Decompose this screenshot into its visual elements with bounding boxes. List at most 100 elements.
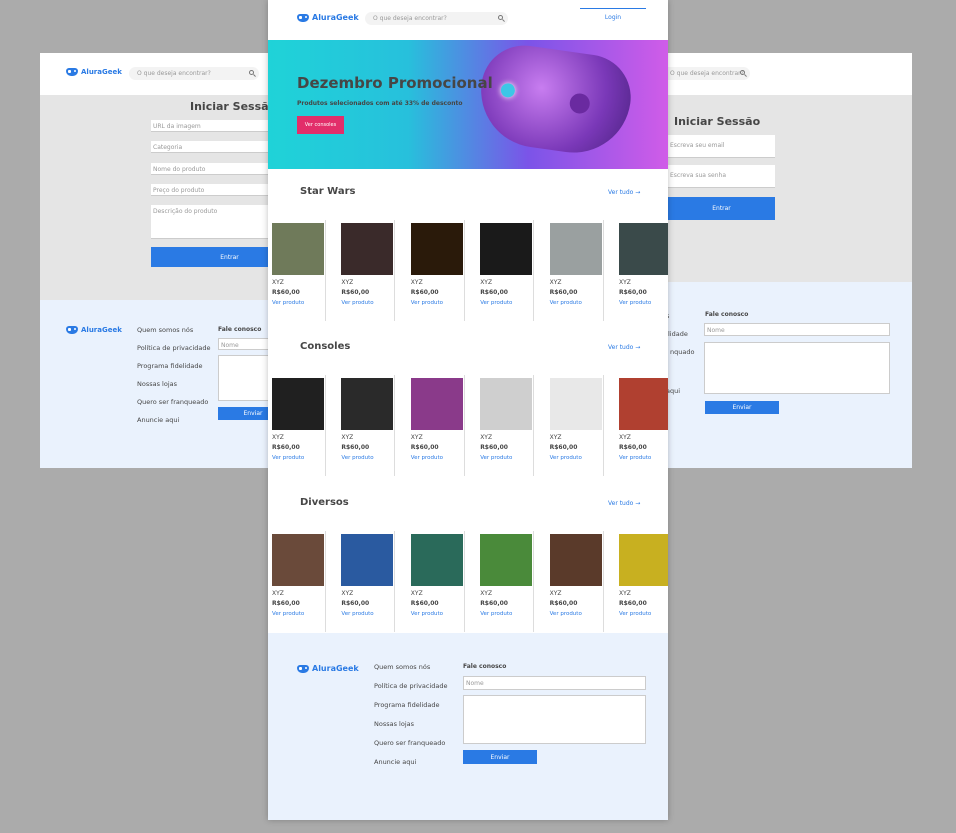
product-name: XYZ: [619, 590, 631, 597]
footer-link[interactable]: Quem somos nós: [137, 326, 193, 334]
card-divider: [463, 531, 465, 632]
view-product-link[interactable]: Ver produto: [480, 455, 512, 461]
product-name: XYZ: [480, 279, 493, 286]
product-card[interactable]: XYZ R$60,00 Ver produto: [338, 220, 396, 321]
view-product-link[interactable]: Ver produto: [550, 455, 582, 461]
product-name: XYZ: [480, 434, 493, 441]
view-product-link[interactable]: Ver produto: [550, 611, 582, 617]
footer-link[interactable]: lidade: [668, 330, 688, 338]
contact-title: Fale conosco: [218, 326, 262, 333]
view-product-link[interactable]: Ver produto: [411, 611, 443, 617]
email-input[interactable]: Escreva seu email: [668, 135, 775, 158]
view-product-link[interactable]: Ver produto: [341, 455, 373, 461]
view-product-link[interactable]: Ver produto: [272, 611, 304, 617]
card-divider: [533, 220, 535, 321]
card-divider: [394, 531, 396, 632]
search-input[interactable]: O que deseja encontrar?: [129, 67, 259, 80]
contact-title: Fale conosco: [705, 311, 749, 318]
product-name: XYZ: [549, 590, 562, 597]
product-price: R$60,00: [272, 444, 300, 451]
card-divider: [463, 375, 465, 476]
gamepad-icon: [297, 13, 309, 22]
footer-link[interactable]: nquado: [670, 348, 694, 356]
product-image: [480, 223, 533, 275]
product-card[interactable]: XYZ R$60,00 Ver produto: [616, 531, 668, 632]
footer-link[interactable]: Política de privacidade: [374, 682, 448, 690]
login-button[interactable]: Login: [580, 8, 646, 24]
contact-message-input[interactable]: [704, 342, 890, 394]
see-all-link[interactable]: Ver tudo →: [608, 189, 640, 196]
contact-name-input[interactable]: Nome: [704, 323, 890, 336]
product-card[interactable]: XYZ R$60,00 Ver produto: [547, 220, 604, 321]
product-name: XYZ: [341, 434, 354, 441]
product-card[interactable]: XYZ R$60,00 Ver produto: [408, 375, 465, 476]
product-price: R$60,00: [480, 289, 508, 296]
card-divider: [602, 220, 604, 321]
product-card[interactable]: XYZ R$60,00 Ver produto: [408, 220, 465, 321]
contact-name-input[interactable]: Nome: [463, 676, 646, 690]
product-card[interactable]: XYZ R$60,00 Ver produto: [269, 531, 326, 632]
login-button[interactable]: Entrar: [668, 197, 775, 220]
see-all-link[interactable]: Ver tudo →: [608, 500, 640, 507]
view-product-link[interactable]: Ver produto: [550, 300, 582, 306]
view-product-link[interactable]: Ver produto: [411, 300, 443, 306]
product-card[interactable]: XYZ R$60,00 Ver produto: [408, 531, 465, 632]
product-card[interactable]: XYZ R$60,00 Ver produto: [338, 375, 396, 476]
footer-link[interactable]: Quero ser franqueado: [137, 398, 208, 406]
product-card[interactable]: XYZ R$60,00 Ver produto: [616, 375, 668, 476]
footer-link[interactable]: Anuncie aqui: [374, 758, 416, 766]
controller-image: [473, 40, 637, 160]
product-price: R$60,00: [341, 444, 370, 451]
view-product-link[interactable]: Ver produto: [341, 300, 373, 306]
footer-link[interactable]: Nossas lojas: [374, 720, 414, 728]
section-title: Star Wars: [300, 186, 356, 197]
product-card[interactable]: XYZ R$60,00 Ver produto: [477, 375, 535, 476]
see-all-link[interactable]: Ver tudo →: [608, 344, 640, 351]
product-card[interactable]: XYZ R$60,00 Ver produto: [477, 531, 535, 632]
footer-link[interactable]: Programa fidelidade: [137, 362, 203, 370]
contact-message-input[interactable]: [463, 695, 646, 744]
product-card[interactable]: XYZ R$60,00 Ver produto: [616, 220, 668, 321]
view-product-link[interactable]: Ver produto: [480, 300, 512, 306]
view-product-link[interactable]: Ver produto: [619, 455, 651, 461]
product-price: R$60,00: [272, 600, 300, 607]
footer-link[interactable]: aqui: [666, 387, 680, 395]
product-name: XYZ: [480, 590, 493, 597]
view-product-link[interactable]: Ver produto: [272, 455, 304, 461]
product-card[interactable]: XYZ R$60,00 Ver produto: [547, 375, 604, 476]
footer-link[interactable]: Anuncie aqui: [137, 416, 179, 424]
password-input[interactable]: Escreva sua senha: [668, 165, 775, 188]
send-button[interactable]: Enviar: [463, 750, 537, 764]
footer-link[interactable]: Quero ser franqueado: [374, 739, 445, 747]
footer-link[interactable]: Quem somos nós: [374, 663, 430, 671]
product-name: XYZ: [272, 590, 284, 597]
product-price: R$60,00: [341, 289, 370, 296]
product-image: [272, 223, 324, 275]
logo[interactable]: AluraGeek: [66, 68, 122, 76]
view-product-link[interactable]: Ver produto: [480, 611, 512, 617]
see-consoles-button[interactable]: Ver consoles: [297, 116, 344, 134]
product-name: XYZ: [549, 279, 562, 286]
product-card[interactable]: XYZ R$60,00 Ver produto: [547, 531, 604, 632]
view-product-link[interactable]: Ver produto: [619, 300, 651, 306]
search-input[interactable]: O que deseja encontrar?: [365, 12, 508, 25]
product-price: R$60,00: [480, 600, 508, 607]
footer-right: s lidade nquado aqui Fale conosco Nome E…: [628, 282, 912, 468]
home-window: AluraGeek O que deseja encontrar? Login …: [268, 0, 668, 820]
product-name: XYZ: [549, 434, 562, 441]
logo[interactable]: AluraGeek: [297, 13, 359, 22]
product-price: R$60,00: [480, 444, 508, 451]
view-product-link[interactable]: Ver produto: [619, 611, 651, 617]
product-card[interactable]: XYZ R$60,00 Ver produto: [477, 220, 535, 321]
product-name: XYZ: [410, 590, 423, 597]
product-card[interactable]: XYZ R$60,00 Ver produto: [269, 375, 326, 476]
product-card[interactable]: XYZ R$60,00 Ver produto: [338, 531, 396, 632]
view-product-link[interactable]: Ver produto: [341, 611, 373, 617]
footer-link[interactable]: Política de privacidade: [137, 344, 211, 352]
send-button[interactable]: Enviar: [705, 401, 779, 414]
view-product-link[interactable]: Ver produto: [272, 300, 304, 306]
footer-link[interactable]: Programa fidelidade: [374, 701, 440, 709]
view-product-link[interactable]: Ver produto: [411, 455, 443, 461]
footer-link[interactable]: Nossas lojas: [137, 380, 177, 388]
product-card[interactable]: XYZ R$60,00 Ver produto: [269, 220, 326, 321]
